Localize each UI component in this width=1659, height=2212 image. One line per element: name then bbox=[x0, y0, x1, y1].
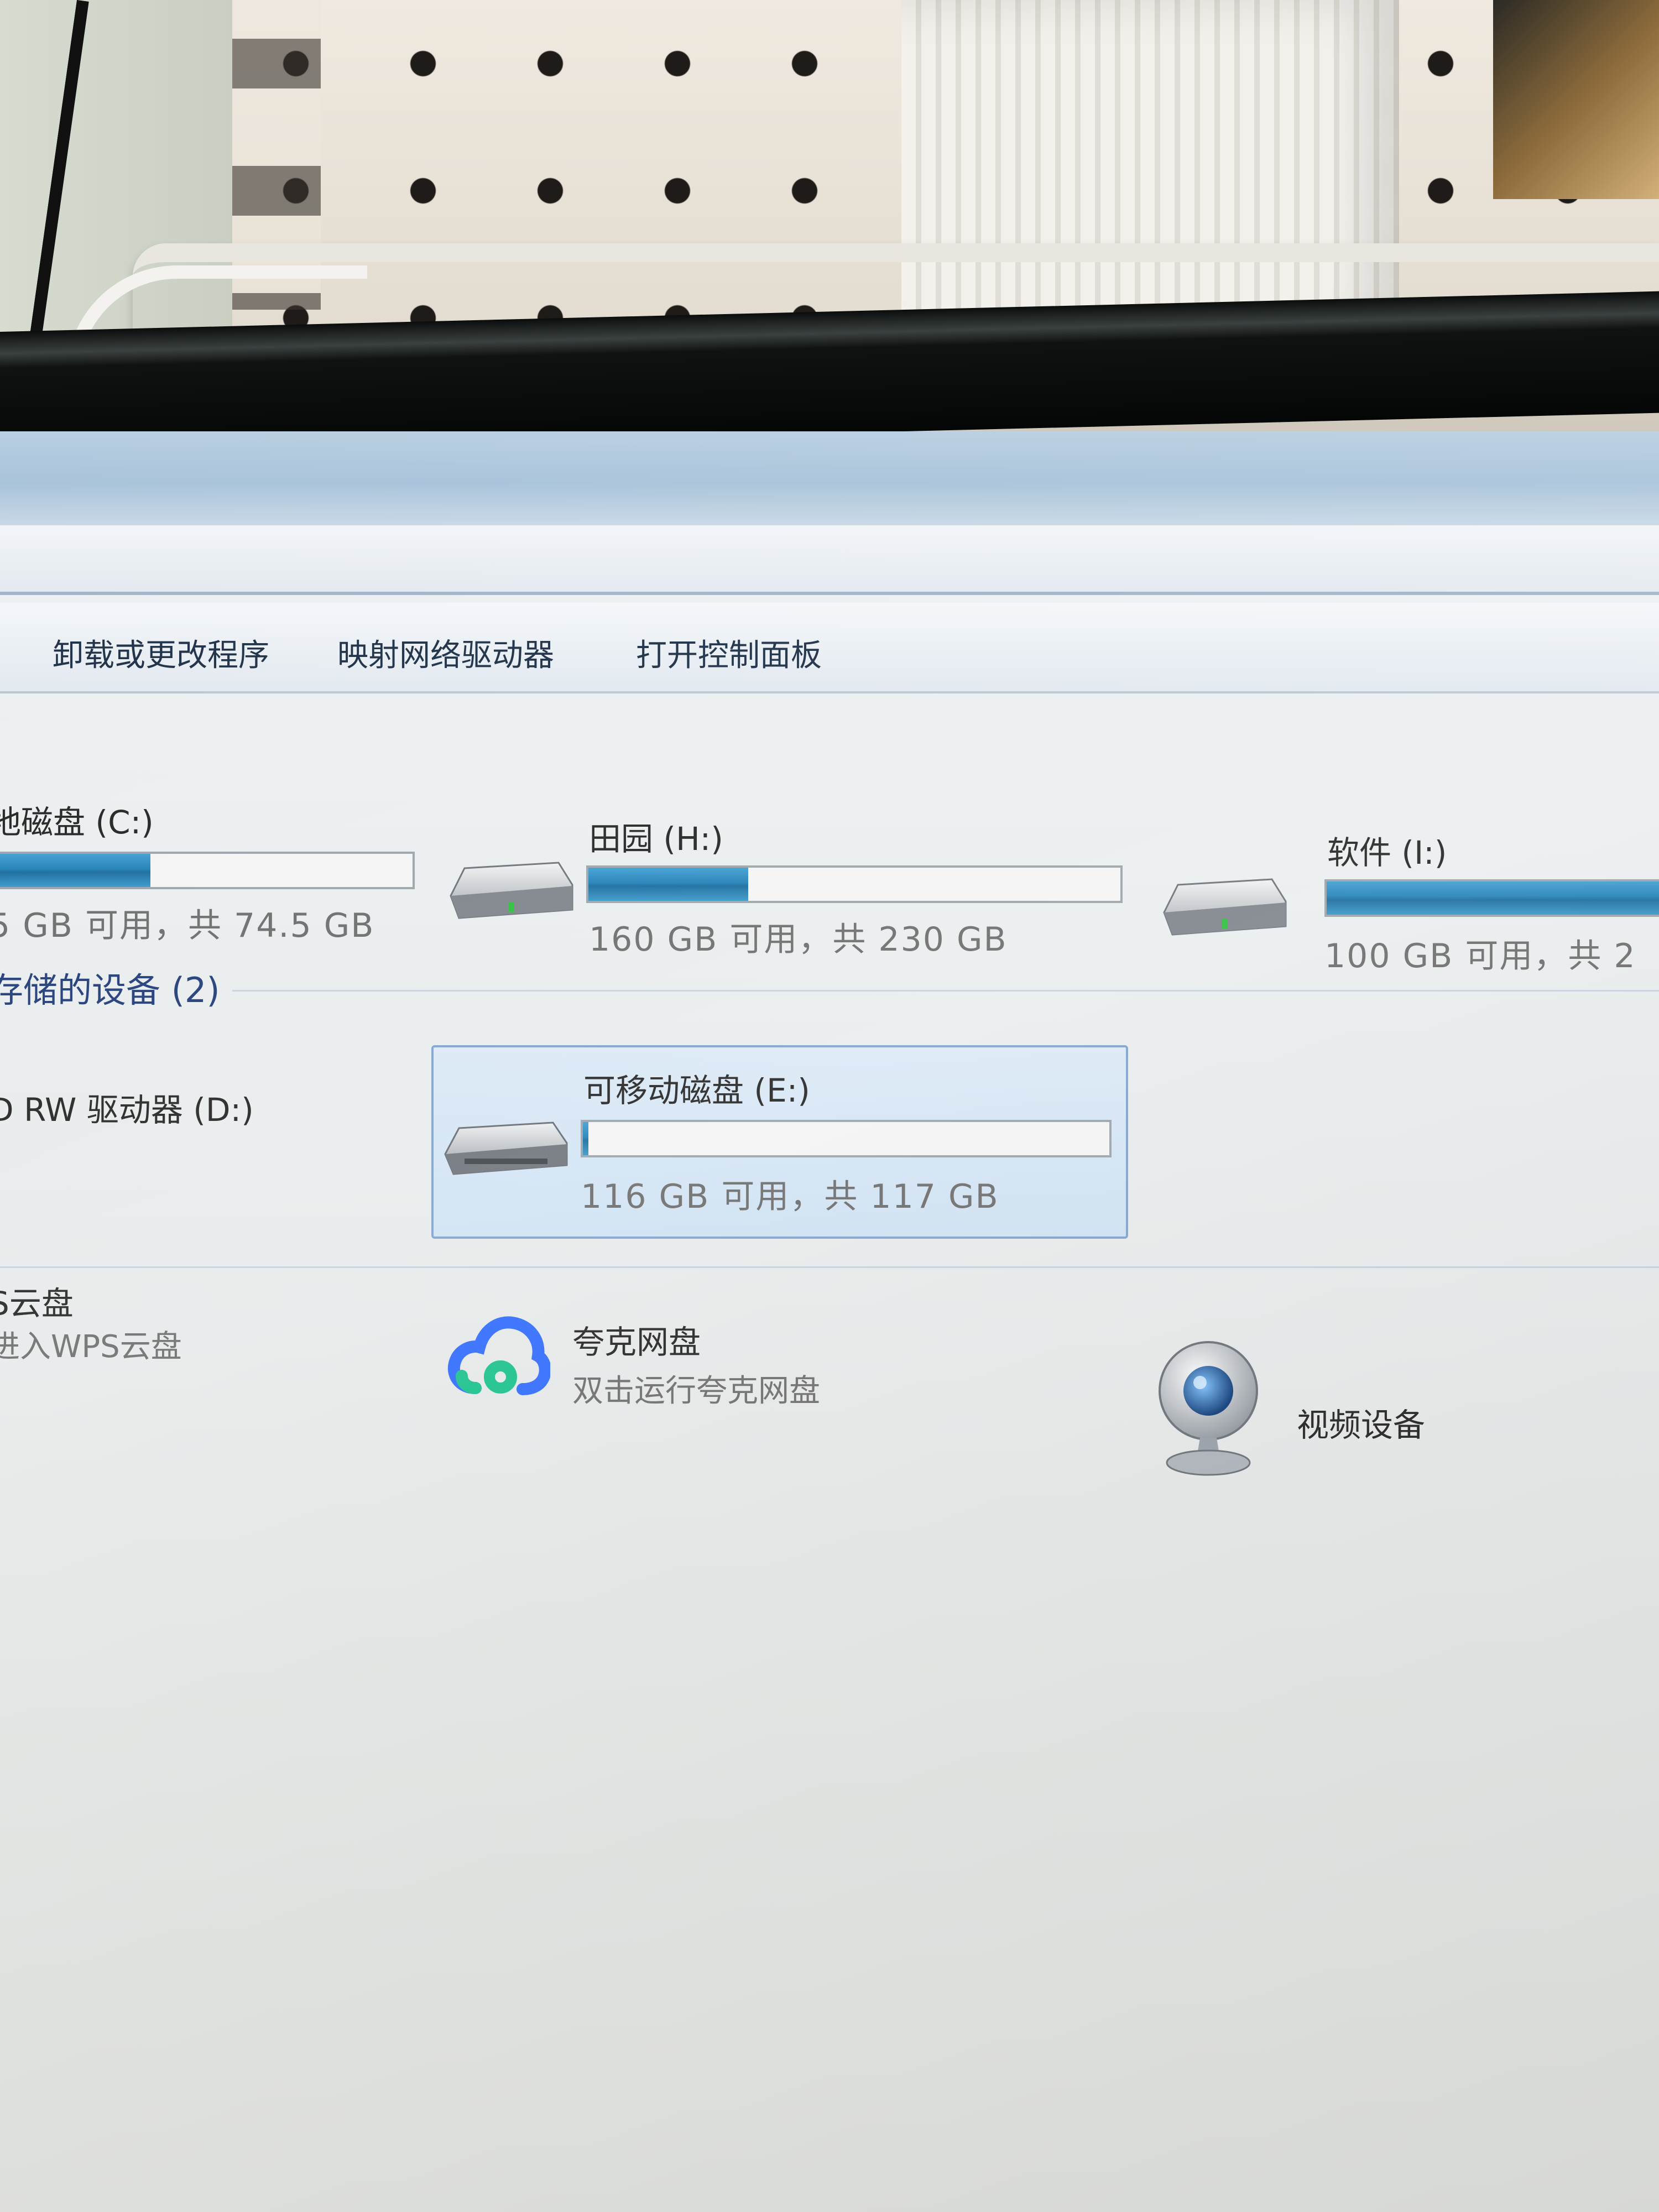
drive-e-label: 可移动磁盘 (E:) bbox=[583, 1072, 810, 1109]
cloud-icon bbox=[447, 1316, 550, 1395]
drive-i-usage-fill bbox=[1327, 881, 1659, 915]
drive-c-usage-fill bbox=[0, 854, 151, 887]
drive-h-usage-fill bbox=[588, 868, 748, 901]
video-device-name: 视频设备 bbox=[1297, 1406, 1426, 1444]
address-bar[interactable] bbox=[0, 525, 1659, 595]
hard-drive-icon bbox=[450, 862, 573, 919]
poster bbox=[1493, 0, 1659, 199]
section-divider bbox=[232, 990, 1659, 992]
quark-drive-name: 夸克网盘 bbox=[572, 1323, 701, 1361]
drive-e-free-text: 116 GB 可用，共 117 GB bbox=[581, 1177, 999, 1216]
drive-c-label: 地磁盘 (C:) bbox=[0, 804, 154, 841]
webcam-icon bbox=[1159, 1341, 1258, 1476]
drive-i-label: 软件 (I:) bbox=[1327, 834, 1447, 872]
uninstall-program-button[interactable]: 卸载或更改程序 bbox=[53, 630, 269, 675]
hard-drive-icon bbox=[1163, 878, 1287, 936]
drive-c-free-text: 5 GB 可用，共 74.5 GB bbox=[0, 906, 375, 945]
map-network-drive-button[interactable]: 映射网络驱动器 bbox=[337, 630, 554, 675]
drive-i-free-text: 100 GB 可用，共 2 bbox=[1324, 937, 1636, 975]
drive-e-usage-fill bbox=[583, 1122, 588, 1155]
open-control-panel-button[interactable]: 打开控制面板 bbox=[636, 630, 822, 675]
explorer-window: 卸载或更改程序 映射网络驱动器 打开控制面板 地磁盘 (C:) 5 GB 可用，… bbox=[0, 431, 1659, 2212]
wps-cloud-name: S云盘 bbox=[0, 1285, 74, 1322]
dvd-drive-label[interactable]: D RW 驱动器 (D:) bbox=[0, 1084, 254, 1130]
drive-h-usage-bar bbox=[586, 865, 1123, 903]
drive-h-free-text: 160 GB 可用，共 230 GB bbox=[589, 920, 1008, 959]
quark-drive-subtitle: 双击运行夸克网盘 bbox=[572, 1373, 820, 1409]
screen-glare bbox=[0, 431, 1659, 2212]
wps-cloud-subtitle: 进入WPS云盘 bbox=[0, 1329, 182, 1365]
drive-i-usage-bar bbox=[1324, 879, 1659, 917]
drive-h-label: 田园 (H:) bbox=[589, 820, 723, 858]
title-bar bbox=[0, 431, 1659, 525]
section-divider bbox=[0, 1266, 1659, 1268]
command-bar: 卸载或更改程序 映射网络驱动器 打开控制面板 bbox=[0, 603, 1659, 693]
drive-e-usage-bar bbox=[581, 1120, 1112, 1157]
removable-section-title[interactable]: 存储的设备 (2) bbox=[0, 962, 220, 1012]
drive-c-usage-bar bbox=[0, 852, 415, 889]
removable-disk-icon bbox=[444, 1121, 568, 1175]
